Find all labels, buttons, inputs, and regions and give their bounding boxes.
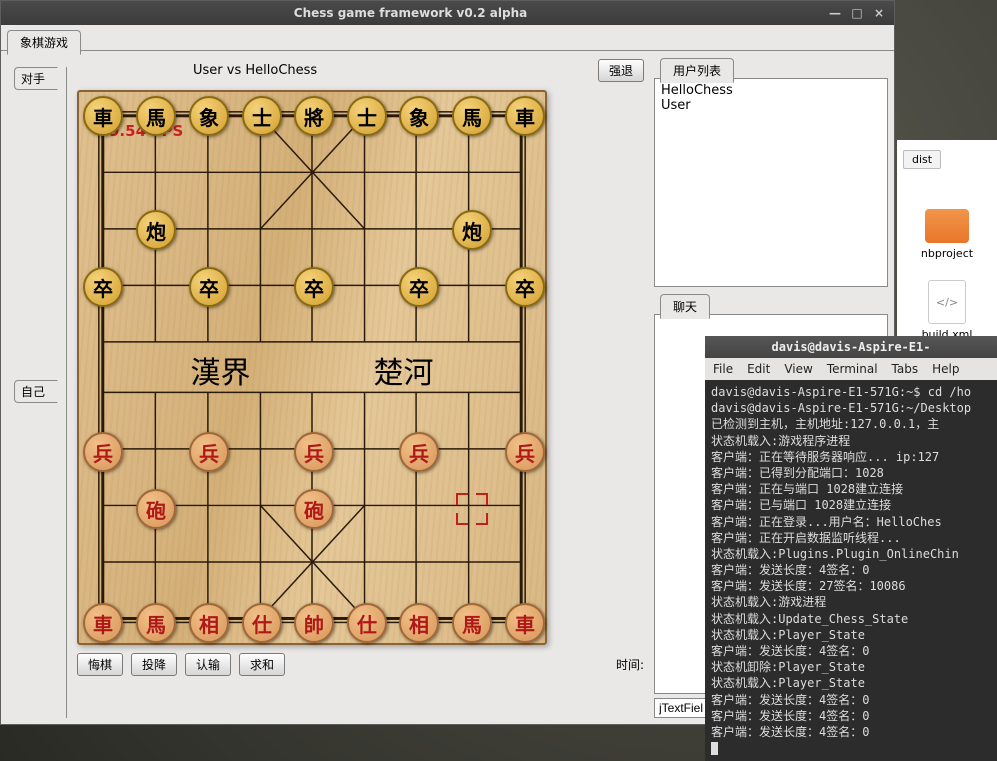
piece-black-pawn[interactable]: 卒	[294, 267, 334, 307]
river-left: 漢界	[191, 348, 251, 392]
piece-black-general[interactable]: 將	[294, 96, 334, 136]
fm-folder-nbproject[interactable]: nbproject	[903, 209, 991, 260]
piece-red-chariot[interactable]: 車	[83, 603, 123, 643]
piece-red-general[interactable]: 帥	[294, 603, 334, 643]
tab-chat[interactable]: 聊天	[660, 294, 710, 319]
piece-black-pawn[interactable]: 卒	[505, 267, 545, 307]
piece-black-pawn[interactable]: 卒	[399, 267, 439, 307]
menu-help[interactable]: Help	[932, 362, 959, 376]
tab-opponent[interactable]: 对手	[14, 67, 58, 90]
piece-red-pawn[interactable]: 兵	[83, 432, 123, 472]
menu-file[interactable]: File	[713, 362, 733, 376]
piece-black-advisor[interactable]: 士	[347, 96, 387, 136]
piece-black-chariot[interactable]: 車	[83, 96, 123, 136]
terminal-titlebar[interactable]: davis@davis-Aspire-E1-	[705, 336, 997, 358]
piece-black-elephant[interactable]: 象	[399, 96, 439, 136]
piece-red-pawn[interactable]: 兵	[294, 432, 334, 472]
piece-red-pawn[interactable]: 兵	[505, 432, 545, 472]
user-list-item[interactable]: User	[661, 98, 881, 113]
menu-terminal[interactable]: Terminal	[827, 362, 878, 376]
tab-user-list[interactable]: 用户列表	[660, 58, 734, 83]
piece-red-cannon[interactable]: 砲	[136, 489, 176, 529]
menu-tabs[interactable]: Tabs	[892, 362, 919, 376]
resign-button[interactable]: 投降	[131, 653, 177, 676]
piece-red-horse[interactable]: 馬	[136, 603, 176, 643]
undo-button[interactable]: 悔棋	[77, 653, 123, 676]
force-quit-button[interactable]: 强退	[598, 59, 644, 82]
folder-icon	[925, 209, 969, 243]
piece-red-chariot[interactable]: 車	[505, 603, 545, 643]
fm-file-buildxml[interactable]: </> build.xml	[903, 280, 991, 341]
window-title: Chess game framework v0.2 alpha	[1, 6, 820, 20]
user-list-panel: 用户列表 HelloChess User	[654, 57, 888, 287]
file-icon: </>	[928, 280, 966, 324]
terminal-output[interactable]: davis@davis-Aspire-E1-571G:~$ cd /ho dav…	[705, 380, 997, 761]
piece-black-elephant[interactable]: 象	[189, 96, 229, 136]
piece-red-advisor[interactable]: 仕	[242, 603, 282, 643]
titlebar[interactable]: Chess game framework v0.2 alpha — □ ×	[1, 1, 894, 25]
piece-red-horse[interactable]: 馬	[452, 603, 492, 643]
piece-red-pawn[interactable]: 兵	[189, 432, 229, 472]
time-label: 时间:	[616, 656, 644, 673]
tab-chess-game[interactable]: 象棋游戏	[7, 30, 81, 55]
fm-breadcrumb[interactable]: dist	[903, 150, 941, 169]
piece-black-cannon[interactable]: 炮	[136, 210, 176, 250]
menu-edit[interactable]: Edit	[747, 362, 770, 376]
tab-self[interactable]: 自己	[14, 380, 58, 403]
terminal-window: davis@davis-Aspire-E1- File Edit View Te…	[705, 336, 997, 761]
piece-red-advisor[interactable]: 仕	[347, 603, 387, 643]
piece-black-pawn[interactable]: 卒	[83, 267, 123, 307]
piece-black-cannon[interactable]: 炮	[452, 210, 492, 250]
terminal-title: davis@davis-Aspire-E1-	[705, 340, 997, 354]
piece-red-pawn[interactable]: 兵	[399, 432, 439, 472]
piece-black-pawn[interactable]: 卒	[189, 267, 229, 307]
concede-button[interactable]: 认输	[185, 653, 231, 676]
selection-cursor	[455, 492, 489, 526]
piece-red-cannon[interactable]: 砲	[294, 489, 334, 529]
match-label: User vs HelloChess	[77, 63, 590, 78]
minimize-icon[interactable]: —	[828, 6, 842, 20]
piece-black-advisor[interactable]: 士	[242, 96, 282, 136]
piece-red-elephant[interactable]: 相	[189, 603, 229, 643]
user-list-item[interactable]: HelloChess	[661, 83, 881, 98]
maximize-icon[interactable]: □	[850, 6, 864, 20]
chess-board[interactable]: 9.54 FPS 漢界 楚河 車 馬 象 士 將 士 象 馬 車 炮 炮 卒	[77, 90, 547, 645]
piece-black-chariot[interactable]: 車	[505, 96, 545, 136]
menu-view[interactable]: View	[784, 362, 812, 376]
draw-button[interactable]: 求和	[239, 653, 285, 676]
close-icon[interactable]: ×	[872, 6, 886, 20]
fm-folder-label: nbproject	[903, 247, 991, 260]
piece-red-elephant[interactable]: 相	[399, 603, 439, 643]
river-right: 楚河	[374, 348, 434, 392]
piece-black-horse[interactable]: 馬	[136, 96, 176, 136]
piece-black-horse[interactable]: 馬	[452, 96, 492, 136]
